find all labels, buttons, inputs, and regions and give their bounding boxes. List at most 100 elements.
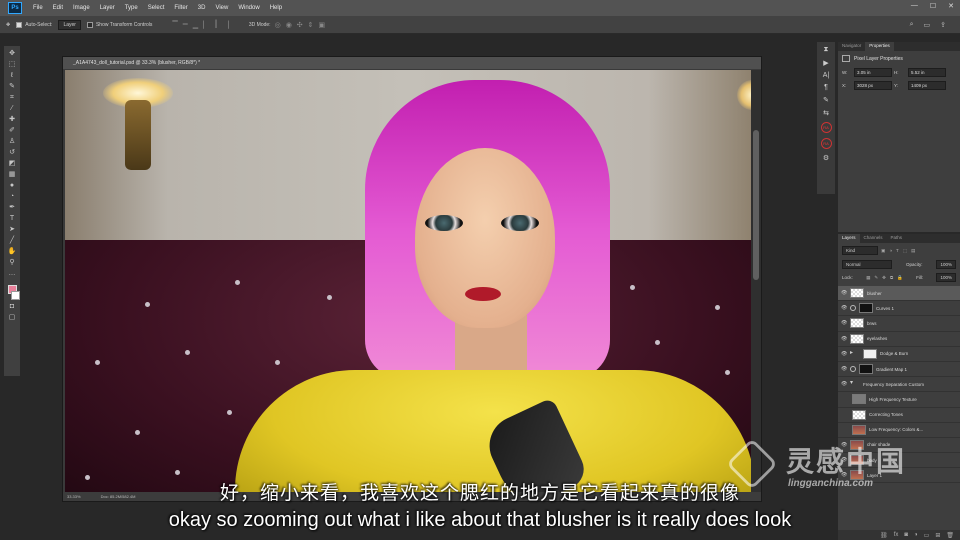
quick-mask-icon[interactable]: ◘: [6, 303, 18, 311]
transform-controls-option[interactable]: Show Transform Controls: [86, 21, 152, 28]
layer-row[interactable]: Correcting Tones: [838, 408, 960, 423]
menu-image[interactable]: Image: [68, 5, 95, 11]
align-middle-icon[interactable]: ═: [183, 21, 188, 29]
vertical-scrollbar[interactable]: [751, 70, 761, 492]
orbit-icon[interactable]: ◎: [275, 21, 281, 29]
image-canvas[interactable]: [65, 70, 751, 492]
visibility-eye-icon[interactable]: 👁: [841, 442, 847, 448]
roll-icon[interactable]: ◉: [286, 21, 292, 29]
visibility-eye-icon[interactable]: 👁: [841, 290, 847, 296]
menu-select[interactable]: Select: [143, 5, 170, 11]
gradient-tool-icon[interactable]: ▦: [6, 171, 18, 179]
type-tool-icon[interactable]: T: [6, 215, 18, 223]
layer-row[interactable]: Low Frequency: Colors &...: [838, 423, 960, 438]
menu-type[interactable]: Type: [120, 5, 143, 11]
healing-tool-icon[interactable]: ✚: [6, 116, 18, 124]
add-mask-icon[interactable]: ◙: [904, 532, 908, 538]
auto-select-option[interactable]: Auto-Select:: [16, 21, 52, 28]
transform-controls-checkbox[interactable]: [86, 21, 93, 28]
align-top-icon[interactable]: ▔: [172, 21, 177, 29]
crop-tool-icon[interactable]: ⌗: [6, 94, 18, 102]
history-brush-icon[interactable]: ↺: [6, 149, 18, 157]
path-select-tool-icon[interactable]: ➤: [6, 226, 18, 234]
tab-layers[interactable]: Layers: [838, 234, 860, 243]
filter-adjustment-icon[interactable]: ◑: [889, 248, 892, 254]
scale-icon[interactable]: ▣: [319, 21, 326, 29]
marquee-tool-icon[interactable]: ⬚: [6, 61, 18, 69]
slide-icon[interactable]: ⇕: [308, 21, 314, 29]
menu-file[interactable]: File: [28, 5, 48, 11]
lock-pixels-icon[interactable]: ▦: [866, 275, 870, 281]
tab-navigator[interactable]: Navigator: [838, 42, 865, 51]
search-icon[interactable]: ⌕: [910, 21, 914, 29]
lock-all-icon[interactable]: 🔒: [897, 275, 903, 281]
menu-window[interactable]: Window: [233, 5, 264, 11]
screen-mode-icon[interactable]: ▢: [6, 314, 18, 322]
layer-row[interactable]: 👁 ▾ Frequency Separation Custom: [838, 377, 960, 393]
lasso-tool-icon[interactable]: ℓ: [6, 72, 18, 80]
zoom-level[interactable]: 33.33%: [67, 494, 81, 499]
eyedropper-tool-icon[interactable]: ⁄: [6, 105, 18, 113]
zoom-tool-icon[interactable]: ⚲: [6, 259, 18, 267]
eraser-tool-icon[interactable]: ◩: [6, 160, 18, 168]
new-group-icon[interactable]: ▭: [924, 532, 930, 539]
visibility-eye-icon[interactable]: 👁: [841, 305, 847, 311]
document-tab[interactable]: _A1A4743_doll_tutorial.psd @ 33.3% (blus…: [63, 57, 761, 69]
settings-gear-icon[interactable]: ⚙: [823, 154, 829, 162]
tab-paths[interactable]: Paths: [887, 234, 907, 243]
menu-view[interactable]: View: [210, 5, 233, 11]
visibility-eye-icon[interactable]: 👁: [841, 366, 847, 372]
history-panel-icon[interactable]: ⧗: [824, 46, 829, 54]
layer-row[interactable]: 👁 Layer 1: [838, 468, 960, 484]
visibility-eye-icon[interactable]: 👁: [841, 351, 847, 357]
tab-properties[interactable]: Properties: [865, 42, 894, 51]
menu-filter[interactable]: Filter: [169, 5, 192, 11]
blur-tool-icon[interactable]: ●: [6, 182, 18, 190]
menu-edit[interactable]: Edit: [48, 5, 68, 11]
new-adjustment-icon[interactable]: ◑: [914, 532, 918, 538]
layer-row[interactable]: 👁 blusher: [838, 286, 960, 302]
filter-smart-icon[interactable]: ▤: [911, 248, 915, 254]
quick-select-tool-icon[interactable]: ✎: [6, 83, 18, 91]
layer-row[interactable]: 👁 body: [838, 453, 960, 469]
align-bottom-icon[interactable]: ▁: [193, 21, 198, 29]
visibility-eye-icon[interactable]: 👁: [841, 472, 847, 478]
brush-settings-icon[interactable]: ✎: [823, 96, 829, 104]
brush-tool-icon[interactable]: ✐: [6, 127, 18, 135]
height-field[interactable]: 5.52 in: [908, 68, 946, 77]
dodge-tool-icon[interactable]: ◔: [6, 193, 18, 201]
layer-row[interactable]: 👁 Curves 1: [838, 301, 960, 317]
menu-3d[interactable]: 3D: [193, 5, 211, 11]
layer-row[interactable]: 👁 chair shade: [838, 438, 960, 454]
actions-panel-icon[interactable]: ▶: [823, 59, 828, 67]
hand-tool-icon[interactable]: ✋: [6, 248, 18, 256]
menu-help[interactable]: Help: [265, 5, 287, 11]
filter-type-icon[interactable]: T: [896, 248, 899, 254]
character-panel-icon[interactable]: A|: [823, 72, 830, 79]
visibility-eye-icon[interactable]: 👁: [841, 320, 847, 326]
fill-field[interactable]: 100%: [936, 273, 956, 282]
menu-layer[interactable]: Layer: [95, 5, 120, 11]
lock-position-icon[interactable]: ✥: [882, 275, 886, 281]
shape-tool-icon[interactable]: ╱: [6, 237, 18, 245]
layer-row[interactable]: 👁 Gradient Map 1: [838, 362, 960, 378]
blend-mode-dropdown[interactable]: Normal: [842, 260, 892, 269]
align-center-icon[interactable]: ║: [214, 21, 219, 29]
pen-tool-icon[interactable]: ✒: [6, 204, 18, 212]
visibility-eye-icon[interactable]: 👁: [841, 381, 847, 387]
link-layers-icon[interactable]: ⛓: [880, 532, 888, 539]
delete-layer-icon[interactable]: 🗑: [946, 532, 954, 539]
layer-kind-filter[interactable]: Kind: [842, 246, 878, 255]
plugin-ra-icon[interactable]: RA: [820, 122, 832, 133]
move-tool-icon[interactable]: ✥: [6, 50, 18, 58]
more-tools-icon[interactable]: …: [6, 270, 18, 278]
pan-icon[interactable]: ✣: [297, 21, 303, 29]
minimize-button[interactable]: —: [911, 2, 918, 10]
scrollbar-thumb[interactable]: [753, 130, 759, 280]
tab-channels[interactable]: Channels: [860, 234, 887, 243]
paragraph-panel-icon[interactable]: ¶: [824, 84, 828, 91]
layer-row[interactable]: 👁 eyelashes: [838, 332, 960, 347]
filter-shape-icon[interactable]: ⬚: [903, 248, 907, 254]
x-field[interactable]: 3028 px: [854, 81, 892, 90]
layer-row[interactable]: 👁 ▸ Dodge & Burn: [838, 347, 960, 362]
